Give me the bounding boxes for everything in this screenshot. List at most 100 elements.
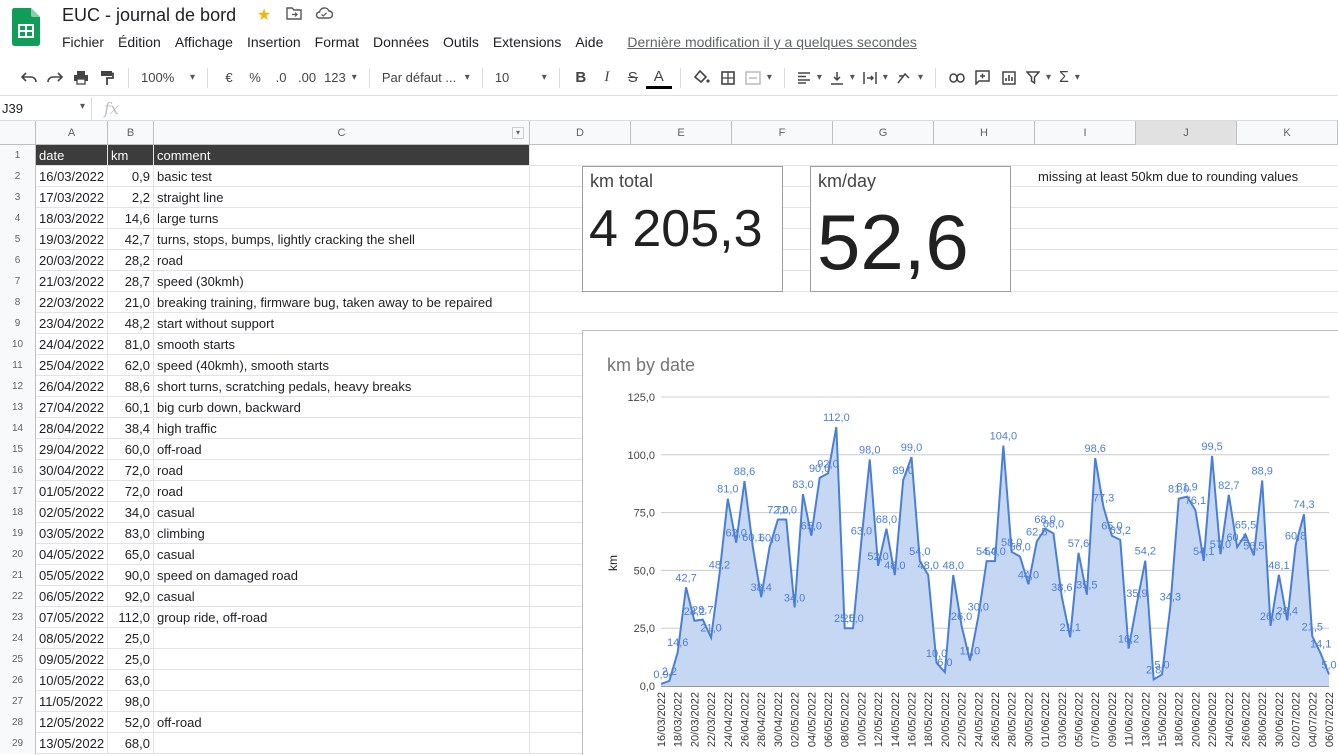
column-header-e[interactable]: E — [631, 121, 732, 145]
row-number[interactable]: 24 — [0, 628, 36, 649]
row-number[interactable]: 7 — [0, 271, 36, 292]
km-cell[interactable]: 65,0 — [108, 544, 154, 564]
number-format-select[interactable]: 123 — [320, 64, 361, 92]
merge-cells-icon[interactable] — [741, 64, 776, 92]
menu-outils[interactable]: Outils — [436, 32, 486, 52]
name-box[interactable]: J39 — [0, 97, 92, 121]
km-cell[interactable]: 60,0 — [108, 439, 154, 459]
column-header-a[interactable]: A — [36, 121, 108, 145]
km-cell[interactable]: 14,6 — [108, 208, 154, 228]
header-cell-km[interactable]: km — [108, 145, 154, 165]
row-number[interactable]: 17 — [0, 481, 36, 502]
row-number[interactable]: 9 — [0, 313, 36, 334]
row-number[interactable]: 2 — [0, 166, 36, 187]
text-wrap-icon[interactable] — [859, 64, 892, 92]
comment-cell[interactable]: casual — [154, 502, 530, 522]
row-number[interactable]: 15 — [0, 439, 36, 460]
km-cell[interactable]: 21,0 — [108, 292, 154, 312]
row-number[interactable]: 10 — [0, 334, 36, 355]
fill-color-icon[interactable] — [689, 64, 715, 92]
date-cell[interactable]: 04/05/2022 — [36, 544, 108, 564]
row-number[interactable]: 1 — [0, 145, 36, 166]
km-cell[interactable]: 28,7 — [108, 271, 154, 291]
row-number[interactable]: 6 — [0, 250, 36, 271]
row-number[interactable]: 23 — [0, 607, 36, 628]
date-cell[interactable]: 02/05/2022 — [36, 502, 108, 522]
select-all-corner[interactable] — [0, 121, 36, 145]
km-cell[interactable]: 25,0 — [108, 649, 154, 669]
comment-cell[interactable]: turns, stops, bumps, lightly cracking th… — [154, 229, 530, 249]
header-cell-comment[interactable]: comment — [154, 145, 530, 165]
insert-chart-icon[interactable] — [996, 64, 1022, 92]
comment-cell[interactable]: speed on damaged road — [154, 565, 530, 585]
km-cell[interactable]: 98,0 — [108, 691, 154, 711]
text-rotation-icon[interactable] — [892, 64, 927, 92]
date-cell[interactable]: 18/03/2022 — [36, 208, 108, 228]
move-folder-icon[interactable] — [284, 6, 304, 26]
comment-cell[interactable]: casual — [154, 586, 530, 606]
comment-cell[interactable]: speed (30kmh) — [154, 271, 530, 291]
undo-icon[interactable] — [16, 64, 42, 92]
date-cell[interactable]: 10/05/2022 — [36, 670, 108, 690]
star-icon[interactable]: ★ — [254, 6, 274, 26]
date-cell[interactable]: 01/05/2022 — [36, 481, 108, 501]
comment-cell[interactable]: road — [154, 460, 530, 480]
date-cell[interactable]: 24/04/2022 — [36, 334, 108, 354]
date-cell[interactable]: 08/05/2022 — [36, 628, 108, 648]
font-family-select[interactable]: Par défaut ... — [378, 64, 474, 92]
km-total-scorecard[interactable]: km total 4 205,3 — [582, 166, 783, 292]
comment-cell[interactable]: breaking training, firmware bug, taken a… — [154, 292, 530, 312]
date-cell[interactable]: 06/05/2022 — [36, 586, 108, 606]
date-cell[interactable]: 30/04/2022 — [36, 460, 108, 480]
date-cell[interactable]: 11/05/2022 — [36, 691, 108, 711]
comment-cell[interactable]: speed (40kmh), smooth starts — [154, 355, 530, 375]
comment-cell[interactable]: off-road — [154, 439, 530, 459]
row-number[interactable]: 22 — [0, 586, 36, 607]
last-modified-link[interactable]: Dernière modification il y a quelques se… — [620, 32, 924, 52]
menu-extensions[interactable]: Extensions — [486, 32, 568, 52]
strikethrough-icon[interactable]: S — [620, 64, 646, 92]
comment-cell[interactable]: basic test — [154, 166, 530, 186]
km-cell[interactable]: 83,0 — [108, 523, 154, 543]
km-cell[interactable]: 88,6 — [108, 376, 154, 396]
column-header-j[interactable]: J — [1136, 121, 1237, 145]
header-cell-date[interactable]: date — [36, 145, 108, 165]
decrease-decimal-button[interactable]: .0 — [268, 64, 294, 92]
document-title[interactable]: EUC - journal de bord — [62, 5, 236, 26]
date-cell[interactable]: 23/04/2022 — [36, 313, 108, 333]
column-header-i[interactable]: I — [1035, 121, 1136, 145]
date-cell[interactable]: 09/05/2022 — [36, 649, 108, 669]
date-cell[interactable]: 07/05/2022 — [36, 607, 108, 627]
km-cell[interactable]: 90,0 — [108, 565, 154, 585]
currency-format-button[interactable]: € — [216, 64, 242, 92]
comment-cell[interactable]: short turns, scratching pedals, heavy br… — [154, 376, 530, 396]
comment-cell[interactable] — [154, 628, 530, 648]
km-cell[interactable]: 81,0 — [108, 334, 154, 354]
km-cell[interactable]: 42,7 — [108, 229, 154, 249]
date-cell[interactable]: 20/03/2022 — [36, 250, 108, 270]
vertical-align-icon[interactable] — [826, 64, 859, 92]
comment-cell[interactable] — [154, 733, 530, 753]
insert-comment-icon[interactable] — [970, 64, 996, 92]
paint-format-icon[interactable] — [94, 64, 120, 92]
km-cell[interactable]: 112,0 — [108, 607, 154, 627]
comment-cell[interactable] — [154, 649, 530, 669]
date-cell[interactable]: 28/04/2022 — [36, 418, 108, 438]
column-header-h[interactable]: H — [934, 121, 1035, 145]
column-header-b[interactable]: B — [108, 121, 154, 145]
comment-cell[interactable]: big curb down, backward — [154, 397, 530, 417]
km-cell[interactable]: 63,0 — [108, 670, 154, 690]
comment-cell[interactable]: climbing — [154, 523, 530, 543]
row-number[interactable]: 13 — [0, 397, 36, 418]
km-cell[interactable]: 34,0 — [108, 502, 154, 522]
insert-link-icon[interactable] — [944, 64, 970, 92]
zoom-select[interactable]: 100% — [137, 64, 199, 92]
comment-cell[interactable]: straight line — [154, 187, 530, 207]
note-cell[interactable]: missing at least 50km due to rounding va… — [1038, 169, 1298, 184]
km-cell[interactable]: 68,0 — [108, 733, 154, 753]
date-cell[interactable]: 27/04/2022 — [36, 397, 108, 417]
menu-insertion[interactable]: Insertion — [240, 32, 308, 52]
spreadsheet-grid[interactable]: A B C ▾ D E F G H I J K 1 date km commen… — [0, 121, 1338, 755]
comment-cell[interactable]: road — [154, 481, 530, 501]
filter-dropdown-icon[interactable]: ▾ — [512, 127, 524, 139]
